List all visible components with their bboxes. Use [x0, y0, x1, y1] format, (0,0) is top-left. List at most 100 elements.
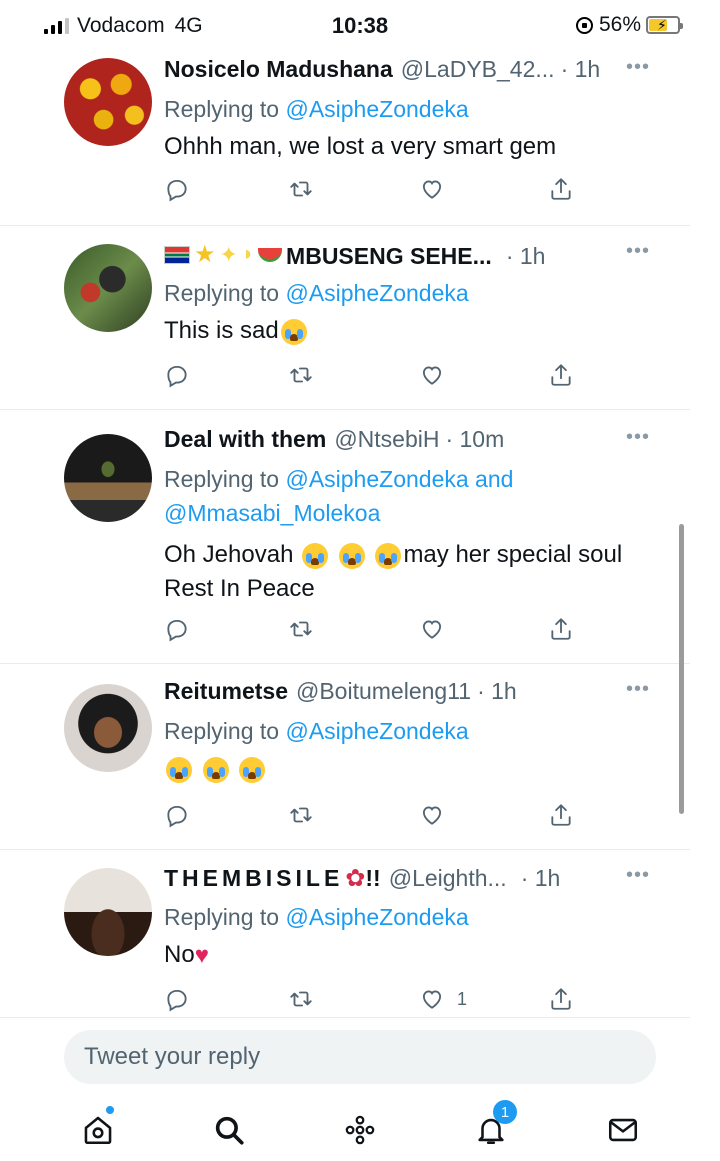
- heart-icon: [422, 366, 442, 385]
- more-options-icon[interactable]: •••: [626, 426, 650, 449]
- hibiscus-icon: ✿: [345, 865, 366, 892]
- tweet-actions: 1: [164, 986, 594, 1016]
- replying-prefix: Replying to: [164, 466, 280, 492]
- replying-prefix: Replying to: [164, 280, 280, 306]
- display-name[interactable]: Deal with them: [164, 426, 326, 453]
- retweet-button[interactable]: [288, 616, 314, 642]
- mention-link-2[interactable]: @Mmasabi_Molekoa: [164, 500, 380, 526]
- tweet-time: · 1h: [477, 678, 517, 704]
- crying-face-icon: [280, 318, 307, 345]
- display-name[interactable]: Nosicelo Madushana: [164, 56, 393, 83]
- mention-link[interactable]: @AsipheZondeka: [285, 718, 468, 744]
- display-name[interactable]: Reitumetse: [164, 678, 288, 705]
- reply-button[interactable]: [164, 986, 190, 1012]
- display-name[interactable]: THEMBISILE: [164, 865, 343, 892]
- more-options-icon[interactable]: •••: [626, 678, 650, 701]
- share-icon: [551, 178, 571, 200]
- tweet[interactable]: ★ ✦ ◗ MBUSENG SEHE... · 1h ••• Replying …: [0, 226, 690, 410]
- like-button[interactable]: [419, 802, 445, 828]
- nav-messages[interactable]: [603, 1110, 643, 1150]
- display-name-suffix: !!: [365, 865, 381, 891]
- retweet-icon: [290, 991, 312, 1007]
- share-button[interactable]: [548, 362, 574, 388]
- user-handle[interactable]: @NtsebiH: [334, 426, 439, 453]
- user-handle[interactable]: @LaDYB_42...: [401, 56, 555, 83]
- retweet-button[interactable]: [288, 362, 314, 388]
- name-emoji-flags: ★ ✦ ◗: [164, 240, 283, 269]
- tweet-reply-input[interactable]: Tweet your reply: [64, 1030, 656, 1084]
- share-button[interactable]: [548, 986, 574, 1012]
- tweet[interactable]: Deal with them @NtsebiH · 10m ••• Replyi…: [0, 410, 690, 664]
- mention-link[interactable]: @AsipheZondeka: [285, 280, 468, 306]
- scrollbar[interactable]: [679, 524, 684, 814]
- reply-button[interactable]: [164, 616, 190, 642]
- mail-icon: [608, 1118, 638, 1142]
- nav-notifications[interactable]: 1: [471, 1100, 517, 1150]
- nav-search[interactable]: [209, 1110, 249, 1150]
- tweet-text-cont: may her special soul: [403, 541, 623, 568]
- retweet-icon: [290, 367, 312, 383]
- replying-to: Replying to @AsipheZondeka: [164, 900, 650, 934]
- retweet-icon: [290, 807, 312, 823]
- nav-home[interactable]: [78, 1106, 118, 1150]
- tweet-text-line2: Rest In Peace: [164, 575, 315, 602]
- reply-button[interactable]: [164, 176, 190, 202]
- tweet-actions: [164, 616, 594, 646]
- reply-button[interactable]: [164, 362, 190, 388]
- tweet-actions: [164, 802, 594, 832]
- tweet-time: · 1h: [505, 242, 546, 269]
- like-button[interactable]: [419, 362, 445, 388]
- mention-link[interactable]: @AsipheZondeka: [285, 466, 468, 492]
- spaces-icon: [345, 1115, 375, 1145]
- share-button[interactable]: [548, 802, 574, 828]
- retweet-button[interactable]: [288, 176, 314, 202]
- mention-link[interactable]: @AsipheZondeka: [285, 96, 468, 122]
- battery-icon: ⚡: [646, 16, 683, 34]
- like-button[interactable]: 1: [419, 986, 467, 1012]
- retweet-button[interactable]: [288, 802, 314, 828]
- nav-spaces[interactable]: [340, 1110, 380, 1150]
- reply-icon: [167, 179, 187, 202]
- reply-button[interactable]: [164, 802, 190, 828]
- like-count: 1: [457, 988, 468, 1009]
- watermelon-icon: [258, 247, 283, 262]
- heart-icon: [422, 620, 442, 639]
- like-button[interactable]: [419, 616, 445, 642]
- heart-icon: [422, 806, 442, 825]
- replying-to: Replying to @AsipheZondeka: [164, 92, 650, 126]
- share-button[interactable]: [548, 176, 574, 202]
- more-options-icon[interactable]: •••: [626, 56, 650, 79]
- banana-icon: ◗: [241, 243, 255, 265]
- reply-icon: [167, 989, 187, 1012]
- mention-link[interactable]: @AsipheZondeka: [285, 904, 468, 930]
- share-button[interactable]: [548, 616, 574, 642]
- replying-to: Replying to @AsipheZondeka: [164, 714, 650, 748]
- display-name[interactable]: MBUSENG SEHE...: [286, 243, 492, 270]
- tweet[interactable]: Reitumetse @Boitumeleng11 · 1h ••• Reply…: [0, 664, 690, 850]
- battery-percent: 56%: [598, 13, 641, 36]
- avatar[interactable]: [64, 244, 152, 332]
- avatar[interactable]: [64, 684, 152, 772]
- avatar[interactable]: [64, 868, 152, 956]
- crying-face-icon: [166, 756, 192, 783]
- share-icon: [551, 988, 571, 1010]
- tweet[interactable]: Nosicelo Madushana @LaDYB_42... · 1h •••…: [0, 50, 690, 226]
- star-icon: ★: [194, 241, 216, 268]
- more-options-icon[interactable]: •••: [626, 864, 650, 887]
- avatar[interactable]: [64, 434, 152, 522]
- orientation-lock-icon: [575, 16, 593, 34]
- broken-heart-icon: ♥: [194, 941, 209, 969]
- new-content-dot: [106, 1106, 114, 1114]
- avatar[interactable]: [64, 58, 152, 146]
- crying-face-icon: [375, 542, 402, 569]
- tweet-time: · 1h: [560, 56, 601, 82]
- user-handle[interactable]: @Boitumeleng11: [296, 678, 471, 705]
- more-options-icon[interactable]: •••: [626, 240, 650, 263]
- reply-icon: [167, 619, 187, 642]
- search-icon: [215, 1116, 244, 1145]
- user-handle[interactable]: @Leighth...: [389, 865, 507, 892]
- share-icon: [551, 804, 571, 826]
- retweet-button[interactable]: [288, 986, 314, 1012]
- tweet[interactable]: THEMBISILE ✿ !! @Leighth... · 1h ••• Rep…: [0, 850, 690, 1018]
- like-button[interactable]: [419, 176, 445, 202]
